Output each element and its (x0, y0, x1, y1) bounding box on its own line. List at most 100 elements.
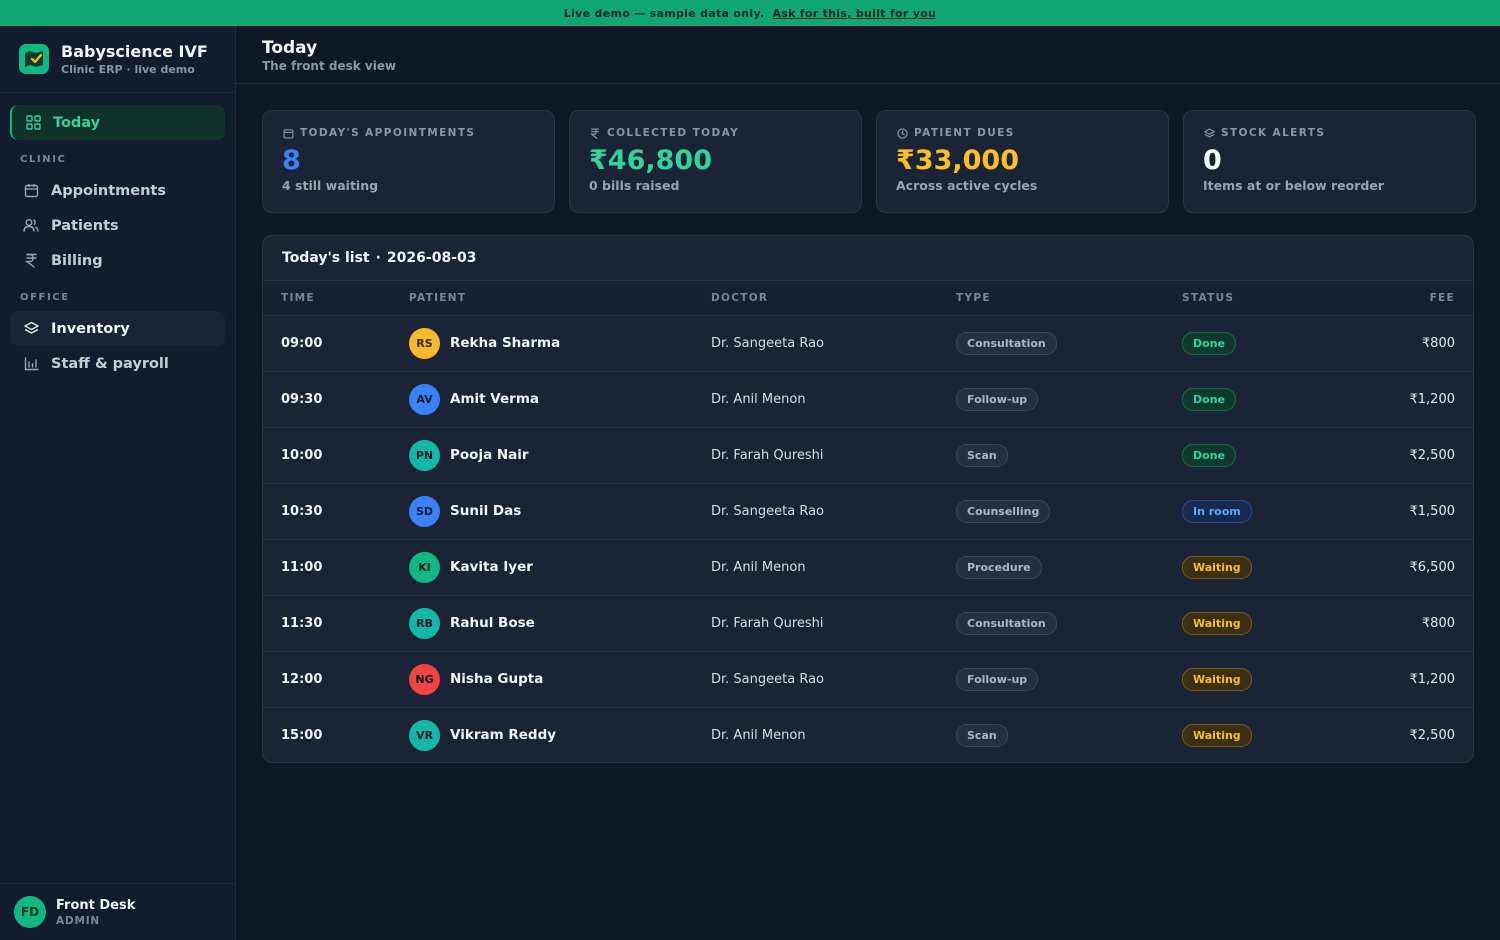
patient-name[interactable]: Rekha Sharma (450, 335, 560, 351)
page-subtitle: The front desk view (262, 59, 397, 73)
sidebar-item-appointments[interactable]: Appointments (10, 173, 225, 208)
patient-name[interactable]: Vikram Reddy (450, 727, 556, 743)
table-header-row: TIME PATIENT DOCTOR TYPE STATUS FEE (263, 281, 1473, 316)
cell-type: Scan (956, 427, 1182, 484)
status-badge[interactable]: Done (1182, 331, 1236, 355)
patient-name[interactable]: Kavita Iyer (450, 559, 533, 575)
cell-status: Waiting (1182, 651, 1332, 708)
table-row[interactable]: 10:00 PN Pooja Nair Dr. Farah Qureshi Scan Do… (263, 427, 1473, 484)
sidebar-item-today[interactable]: Today (10, 105, 225, 140)
column-header-patient[interactable]: PATIENT (409, 281, 711, 316)
cell-patient: NG Nisha Gupta (409, 651, 711, 708)
column-header-fee[interactable]: FEE (1332, 281, 1473, 316)
status-badge[interactable]: Waiting (1182, 555, 1252, 579)
stat-card-collected[interactable]: COLLECTED TODAY ₹46,800 0 bills raised (569, 110, 862, 213)
avatar: VR (409, 719, 440, 751)
column-header-doctor[interactable]: DOCTOR (711, 281, 956, 316)
title-separator: · (375, 250, 381, 266)
card-note: 4 still waiting (282, 178, 379, 193)
cell-patient: SD Sunil Das (409, 483, 711, 540)
page-header: Today The front desk view (236, 26, 1500, 84)
card-note: 0 bills raised (589, 178, 680, 193)
user-name: Front Desk (56, 897, 136, 913)
stat-card-appointments[interactable]: TODAY'S APPOINTMENTS 8 4 still waiting (262, 110, 555, 213)
stat-card-dues[interactable]: PATIENT DUES ₹33,000 Across active cycle… (876, 110, 1169, 213)
card-value: ₹33,000 (896, 145, 1019, 176)
clock-icon (896, 127, 908, 139)
patient-name[interactable]: Pooja Nair (450, 447, 529, 463)
cell-fee: ₹2,500 (1332, 427, 1473, 484)
table-row[interactable]: 09:30 AV Amit Verma Dr. Anil Menon Follow-up… (263, 371, 1473, 428)
status-badge[interactable]: Done (1182, 387, 1236, 411)
cell-doctor: Dr. Anil Menon (711, 539, 956, 596)
panel-title: Today's list · 2026-08-03 (263, 236, 1473, 281)
cell-type: Scan (956, 707, 1182, 762)
column-header-status[interactable]: STATUS (1182, 281, 1332, 316)
cell-fee: ₹800 (1332, 315, 1473, 372)
card-label: STOCK ALERTS (1221, 127, 1326, 139)
sidebar-item-inventory[interactable]: Inventory (10, 311, 225, 346)
column-header-time[interactable]: TIME (263, 281, 409, 316)
cell-patient: VR Vikram Reddy (409, 707, 711, 762)
table-row[interactable]: 11:30 RB Rahul Bose Dr. Farah Qureshi Consul… (263, 595, 1473, 652)
banner-link[interactable]: Ask for this, built for you (772, 7, 936, 20)
avatar: PN (409, 439, 440, 471)
table-row[interactable]: 15:00 VR Vikram Reddy Dr. Anil Menon Scan Wai… (263, 707, 1473, 762)
patient-name[interactable]: Sunil Das (450, 503, 521, 519)
card-label: COLLECTED TODAY (607, 127, 740, 139)
avatar: NG (409, 663, 440, 695)
table-row[interactable]: 12:00 NG Nisha Gupta Dr. Sangeeta Rao Follow… (263, 651, 1473, 708)
patient-name[interactable]: Rahul Bose (450, 615, 535, 631)
status-badge[interactable]: Done (1182, 443, 1236, 467)
map-check-icon (19, 44, 49, 74)
status-badge[interactable]: Waiting (1182, 611, 1252, 635)
cell-time: 10:00 (263, 427, 409, 484)
status-badge[interactable]: Waiting (1182, 723, 1252, 747)
patient-name[interactable]: Nisha Gupta (450, 671, 543, 687)
cell-time: 10:30 (263, 483, 409, 540)
sidebar-item-label: Inventory (51, 320, 130, 337)
cell-time: 11:30 (263, 595, 409, 652)
sidebar-nav: Today CLINIC Appointments Patients Billi… (0, 93, 235, 381)
cell-time: 09:00 (263, 315, 409, 372)
table-row[interactable]: 09:00 RS Rekha Sharma Dr. Sangeeta Rao Consu… (263, 315, 1473, 372)
todays-list-panel: Today's list · 2026-08-03 TIME PATIENT D… (262, 235, 1474, 763)
card-note: Items at or below reorder (1203, 178, 1384, 193)
sidebar-item-label: Appointments (51, 182, 166, 199)
list-title: Today's list (282, 250, 370, 266)
status-badge[interactable]: Waiting (1182, 667, 1252, 691)
card-value: ₹46,800 (589, 145, 712, 176)
user-profile[interactable]: FD Front Desk ADMIN (0, 883, 235, 940)
sidebar-item-billing[interactable]: Billing (10, 243, 225, 278)
brand[interactable]: Babyscience IVF Clinic ERP · live demo (0, 26, 235, 93)
sidebar-item-staff-payroll[interactable]: Staff & payroll (10, 346, 225, 381)
cell-fee: ₹2,500 (1409, 727, 1456, 743)
column-header-type[interactable]: TYPE (956, 281, 1182, 316)
sidebar-item-patients[interactable]: Patients (10, 208, 225, 243)
grid-icon (25, 115, 41, 131)
table-row[interactable]: 11:00 KI Kavita Iyer Dr. Anil Menon Procedur… (263, 539, 1473, 596)
cell-type: Consultation (956, 595, 1182, 652)
cell-time: 12:00 (263, 651, 409, 708)
page-title: Today (262, 38, 318, 58)
appointments-table: TIME PATIENT DOCTOR TYPE STATUS FEE 09:0… (263, 281, 1473, 762)
section-office: OFFICE (20, 292, 70, 303)
status-badge[interactable]: In room (1182, 499, 1252, 523)
cell-status: Waiting (1182, 707, 1332, 762)
card-value: 0 (1203, 145, 1222, 176)
table-row[interactable]: 10:30 SD Sunil Das Dr. Sangeeta Rao Counsell… (263, 483, 1473, 540)
cell-status: Done (1182, 371, 1332, 428)
cell-patient: KI Kavita Iyer (409, 539, 711, 596)
stat-card-stock[interactable]: STOCK ALERTS 0 Items at or below reorder (1183, 110, 1476, 213)
patient-name[interactable]: Amit Verma (450, 391, 539, 407)
brand-name: Babyscience IVF (61, 42, 208, 61)
cell-status: Done (1182, 427, 1332, 484)
cell-status: Waiting (1182, 539, 1332, 596)
card-value: 8 (282, 145, 301, 176)
sidebar-item-label: Billing (51, 252, 103, 269)
section-clinic: CLINIC (20, 154, 67, 165)
card-label: PATIENT DUES (914, 127, 1015, 139)
cell-status: In room (1182, 483, 1332, 540)
layers-icon (1203, 127, 1215, 139)
cell-fee: ₹1,200 (1332, 651, 1473, 708)
